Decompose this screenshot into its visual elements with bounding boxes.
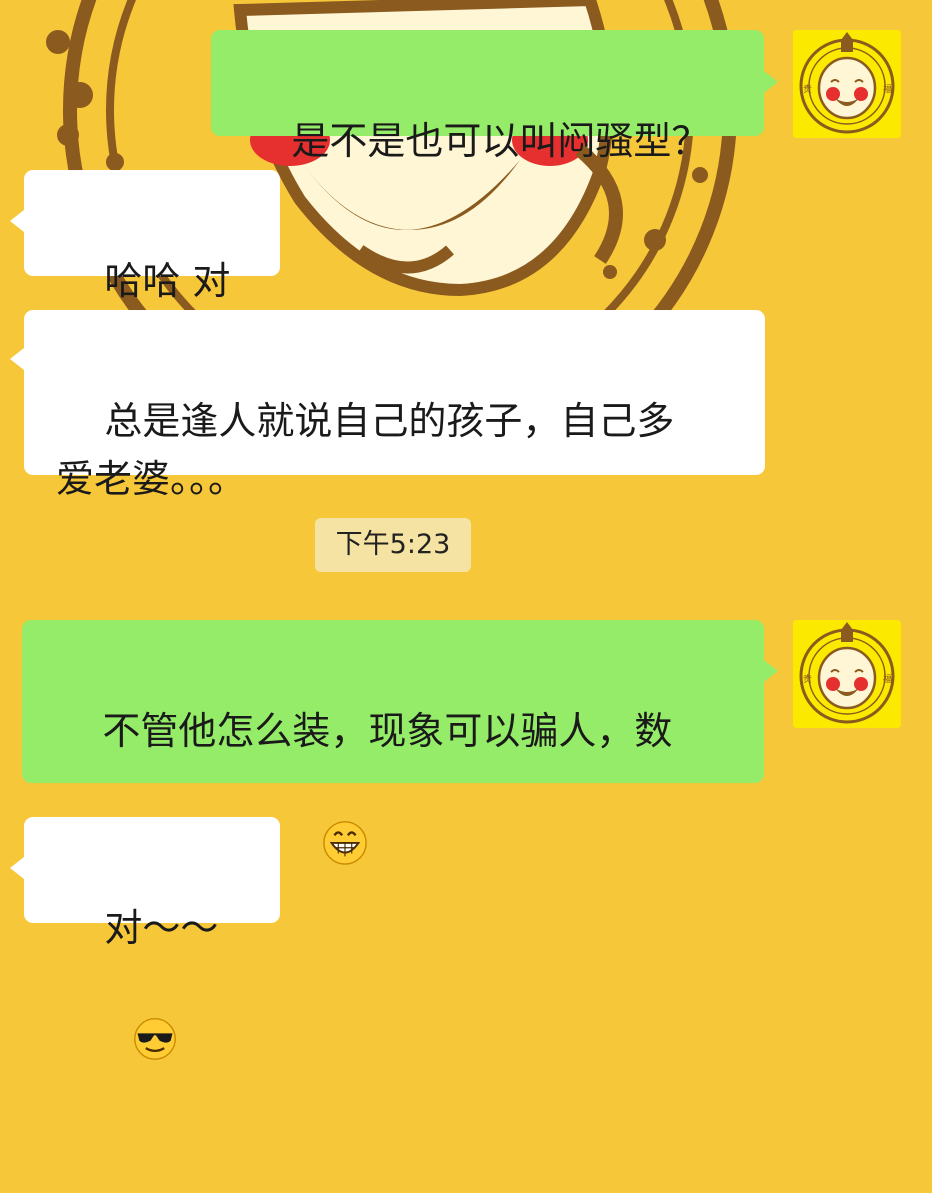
svg-text:福: 福 [883, 83, 892, 95]
laughing-buddha-avatar-icon: 贵 福 [793, 620, 901, 728]
avatar[interactable]: 贵 福 [793, 30, 901, 138]
laughing-buddha-avatar-icon: 贵 福 [793, 30, 901, 138]
message-row: 对～～ [0, 812, 932, 1060]
message-row: 不管他怎么装，现象可以骗人，数 字不会骗人 贵 福 [0, 615, 932, 870]
bubble-tail [10, 210, 24, 232]
message-bubble-received[interactable]: 哈哈 对的 [24, 170, 280, 361]
message-row: 总是逢人就说自己的孩子，自己多 爱老婆。。。 [0, 305, 932, 501]
bubble-tail [10, 857, 24, 879]
smiling-face-with-sunglasses-emoji-icon [60, 957, 178, 1135]
message-bubble-received[interactable]: 对～～ [24, 817, 280, 1060]
svg-text:福: 福 [883, 673, 892, 685]
svg-text:贵: 贵 [803, 83, 812, 95]
bubble-tail [764, 660, 778, 682]
message-bubble-sent[interactable]: 不管他怎么装，现象可以骗人，数 字不会骗人 [22, 620, 764, 870]
bubble-tail [10, 348, 24, 370]
message-row: 是不是也可以叫闷骚型？ 贵 福 [0, 0, 932, 163]
bubble-tail [764, 71, 778, 93]
message-row: 哈哈 对的 [0, 165, 932, 361]
message-bubble-sent[interactable]: 是不是也可以叫闷骚型？ [211, 30, 764, 163]
message-bubble-received[interactable]: 总是逢人就说自己的孩子，自己多 爱老婆。。。 [24, 310, 765, 501]
message-timestamp: 下午5:23 [315, 518, 471, 572]
message-text: 是不是也可以叫闷骚型？ [291, 119, 710, 163]
avatar[interactable]: 贵 福 [793, 620, 901, 728]
svg-text:贵: 贵 [803, 673, 812, 685]
message-text: 对～～ [104, 906, 219, 950]
